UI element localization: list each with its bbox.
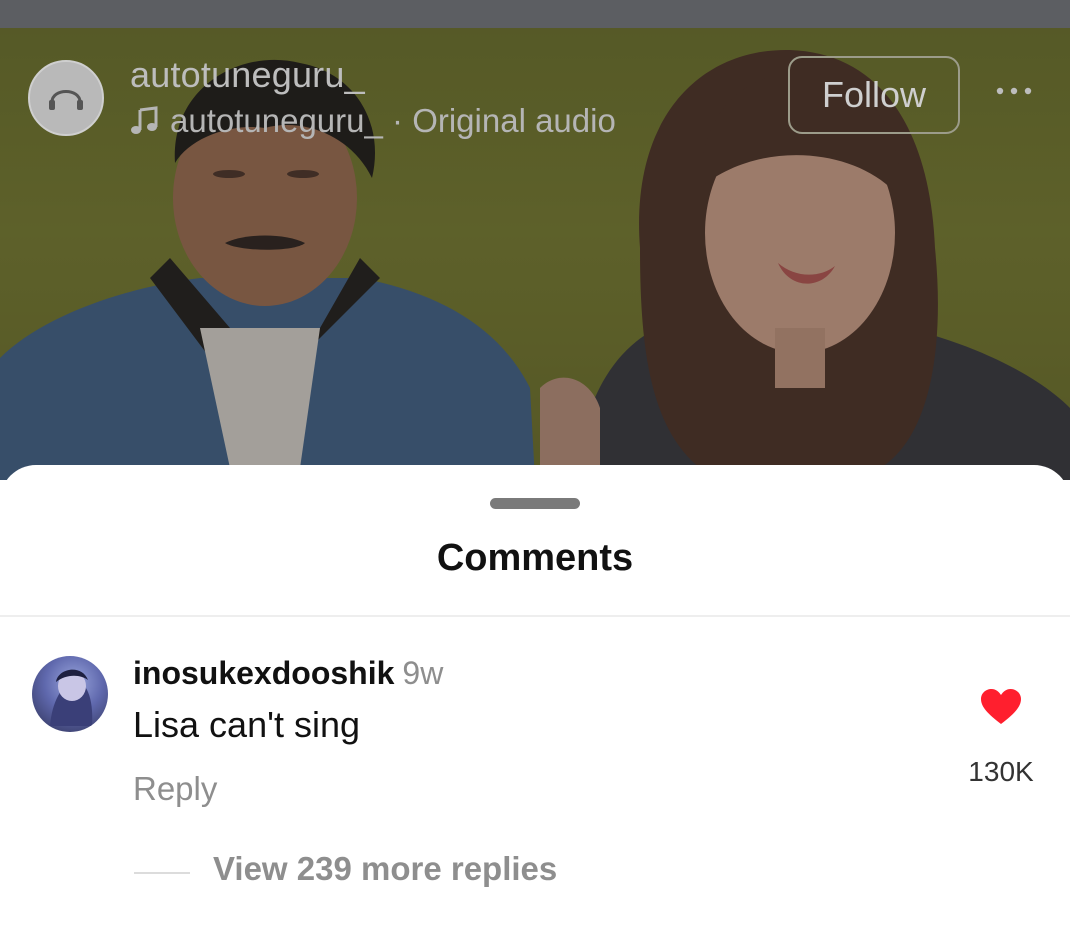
heart-icon[interactable] <box>980 688 1022 726</box>
replies-connector-line <box>134 872 190 874</box>
status-bar <box>0 0 1070 28</box>
comment-timestamp: 9w <box>402 655 444 691</box>
headphones-icon <box>49 90 83 110</box>
comment-username[interactable]: inosukexdooshik <box>133 655 394 691</box>
comments-title: Comments <box>436 537 634 579</box>
comment-text: Lisa can't sing <box>133 704 361 745</box>
follow-button[interactable]: Follow <box>788 56 960 134</box>
sheet-drag-handle[interactable] <box>490 498 580 509</box>
reel-author-username[interactable]: autotuneguru_ <box>130 54 365 96</box>
header-divider <box>0 615 1070 617</box>
like-count: 130K <box>968 756 1034 787</box>
more-dots-icon[interactable] <box>990 76 1038 106</box>
reel-author-avatar[interactable] <box>28 60 104 136</box>
avatar-illustration <box>50 669 93 726</box>
comment-username-row: inosukexdooshik 9w <box>133 655 443 692</box>
reply-button[interactable]: Reply <box>133 770 217 808</box>
audio-owner: autotuneguru_ <box>170 102 383 139</box>
view-more-replies-button[interactable]: View 239 more replies <box>213 850 557 888</box>
reel-audio-info[interactable]: autotuneguru_ · Original audio <box>130 102 616 144</box>
music-note-icon <box>130 106 160 144</box>
audio-label: · Original audio <box>392 102 616 139</box>
commenter-avatar[interactable] <box>32 656 108 732</box>
reel-video[interactable]: autotuneguru_ autotuneguru_ · Original a… <box>0 0 1070 480</box>
